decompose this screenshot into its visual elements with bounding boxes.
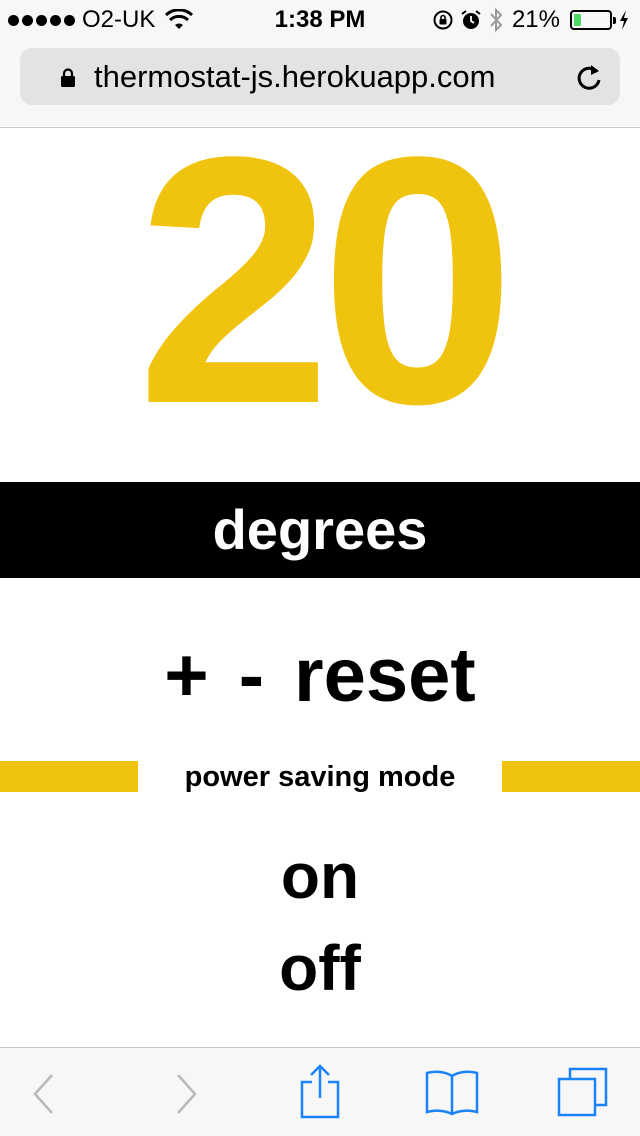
battery-icon <box>570 10 616 30</box>
lock-icon <box>61 68 75 87</box>
power-saving-on-button[interactable]: on <box>0 836 640 916</box>
reload-icon[interactable] <box>574 61 604 93</box>
status-bar: O2-UK 1:38 PM 21% <box>0 0 640 40</box>
alarm-icon <box>461 10 481 29</box>
forward-icon[interactable] <box>172 1072 200 1116</box>
bookmarks-icon[interactable] <box>424 1068 480 1116</box>
degrees-label: degrees <box>212 498 428 561</box>
status-right: 21% <box>432 7 630 33</box>
back-icon[interactable] <box>30 1072 58 1116</box>
temperature-display: 20 <box>136 83 516 477</box>
charging-icon <box>620 10 628 30</box>
bluetooth-icon <box>490 7 503 33</box>
temperature-controls: + - reset <box>0 630 640 722</box>
share-icon[interactable] <box>298 1062 342 1120</box>
increase-button[interactable]: + <box>164 630 208 722</box>
battery-percent: 21% <box>511 6 560 33</box>
reset-button[interactable]: reset <box>294 630 476 722</box>
power-saving-header: power saving mode <box>0 758 640 796</box>
decrease-button[interactable]: - <box>239 630 264 722</box>
tabs-icon[interactable] <box>556 1066 610 1118</box>
power-saving-label: power saving mode <box>184 761 456 793</box>
power-saving-off-button[interactable]: off <box>0 928 640 1008</box>
browser-toolbar <box>0 1047 640 1136</box>
rotation-lock-icon <box>433 10 453 30</box>
degrees-band: degrees <box>0 482 640 578</box>
battery-level <box>574 14 581 26</box>
